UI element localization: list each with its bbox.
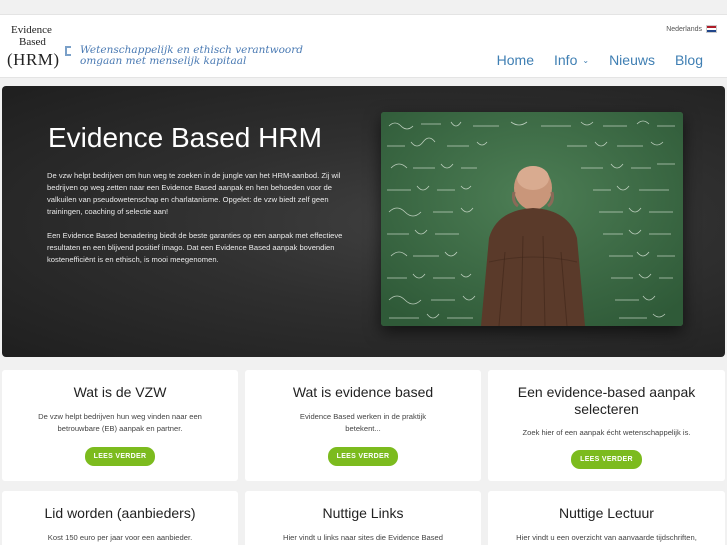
card-text: Kost 150 euro per jaar voor een aanbiede… [47,533,193,542]
card-nuttige-lectuur: Nuttige Lectuur Hier vindt u een overzic… [488,491,725,545]
language-label: Nederlands [666,25,702,33]
logo-line-1: Evidence [11,24,52,36]
card-text: Evidence Based werken in de praktijk bet… [299,412,427,433]
card-title: Nuttige Lectuur [559,505,654,521]
logo-line-3: (HRM) [7,50,60,69]
chevron-down-icon: ⌄ [582,55,590,65]
chalkboard-image [381,112,683,326]
card-title: Wat is evidence based [292,384,434,400]
tagline-line-2: omgaan met menselijk kapitaal [80,55,247,67]
dutch-flag-icon [706,25,717,33]
nav-info-label: Info [554,52,578,68]
lees-verder-button[interactable]: LEES VERDER [327,447,399,466]
card-wat-is-de-vzw: Wat is de VZW De vzw helpt bedrijven hun… [2,370,238,481]
card-title: Wat is de VZW [73,384,167,400]
nav-home[interactable]: Home [497,52,534,68]
hero-title: Evidence Based HRM [48,122,322,153]
chalkboard-illustration [381,112,683,326]
hero-banner: Evidence Based HRM De vzw helpt bedrijve… [2,86,725,357]
nav-blog[interactable]: Blog [675,52,703,68]
nav-info[interactable]: Info ⌄ [554,52,589,68]
lees-verder-button[interactable]: LEES VERDER [84,447,156,466]
hero-paragraph-2: Een Evidence Based benadering biedt de b… [47,231,343,264]
card-lid-worden: Lid worden (aanbieders) Kost 150 euro pe… [2,491,238,545]
card-text: Zoek hier of een aanpak écht wetenschapp… [522,428,691,437]
lees-verder-button[interactable]: LEES VERDER [571,450,642,469]
card-text: De vzw helpt bedrijven hun weg vinden na… [38,412,202,433]
card-wat-is-evidence-based: Wat is evidence based Evidence Based wer… [245,370,481,481]
site-tagline: Wetenschappelijk en ethisch verantwoord … [80,45,303,67]
card-text: Hier vindt u links naar sites die Eviden… [283,533,443,542]
card-aanpak-selecteren: Een evidence-based aanpak selecteren Zoe… [488,370,725,481]
card-title: Nuttige Links [322,505,404,521]
site-header: Evidence Based (HRM) Wetenschappelijk en… [0,14,727,78]
nav-nieuws[interactable]: Nieuws [609,52,655,68]
main-nav: Home Info ⌄ Nieuws Blog [497,52,703,68]
card-title: Een evidence-based aanpak selecteren [517,384,696,417]
nav-nieuws-label: Nieuws [609,52,655,68]
logo-line-2: Based [19,36,46,48]
logo-bracket-icon [65,46,71,56]
nav-blog-label: Blog [674,52,703,68]
language-switcher[interactable]: Nederlands [666,25,717,33]
card-text: Hier vindt u een overzicht van aanvaarde… [516,533,697,542]
card-nuttige-links: Nuttige Links Hier vindt u links naar si… [245,491,481,545]
hero-paragraph-1: De vzw helpt bedrijven om hun weg te zoe… [47,171,341,216]
card-title: Lid worden (aanbieders) [44,505,196,521]
site-logo[interactable]: Evidence Based (HRM) [7,22,71,74]
nav-home-label: Home [496,52,534,68]
